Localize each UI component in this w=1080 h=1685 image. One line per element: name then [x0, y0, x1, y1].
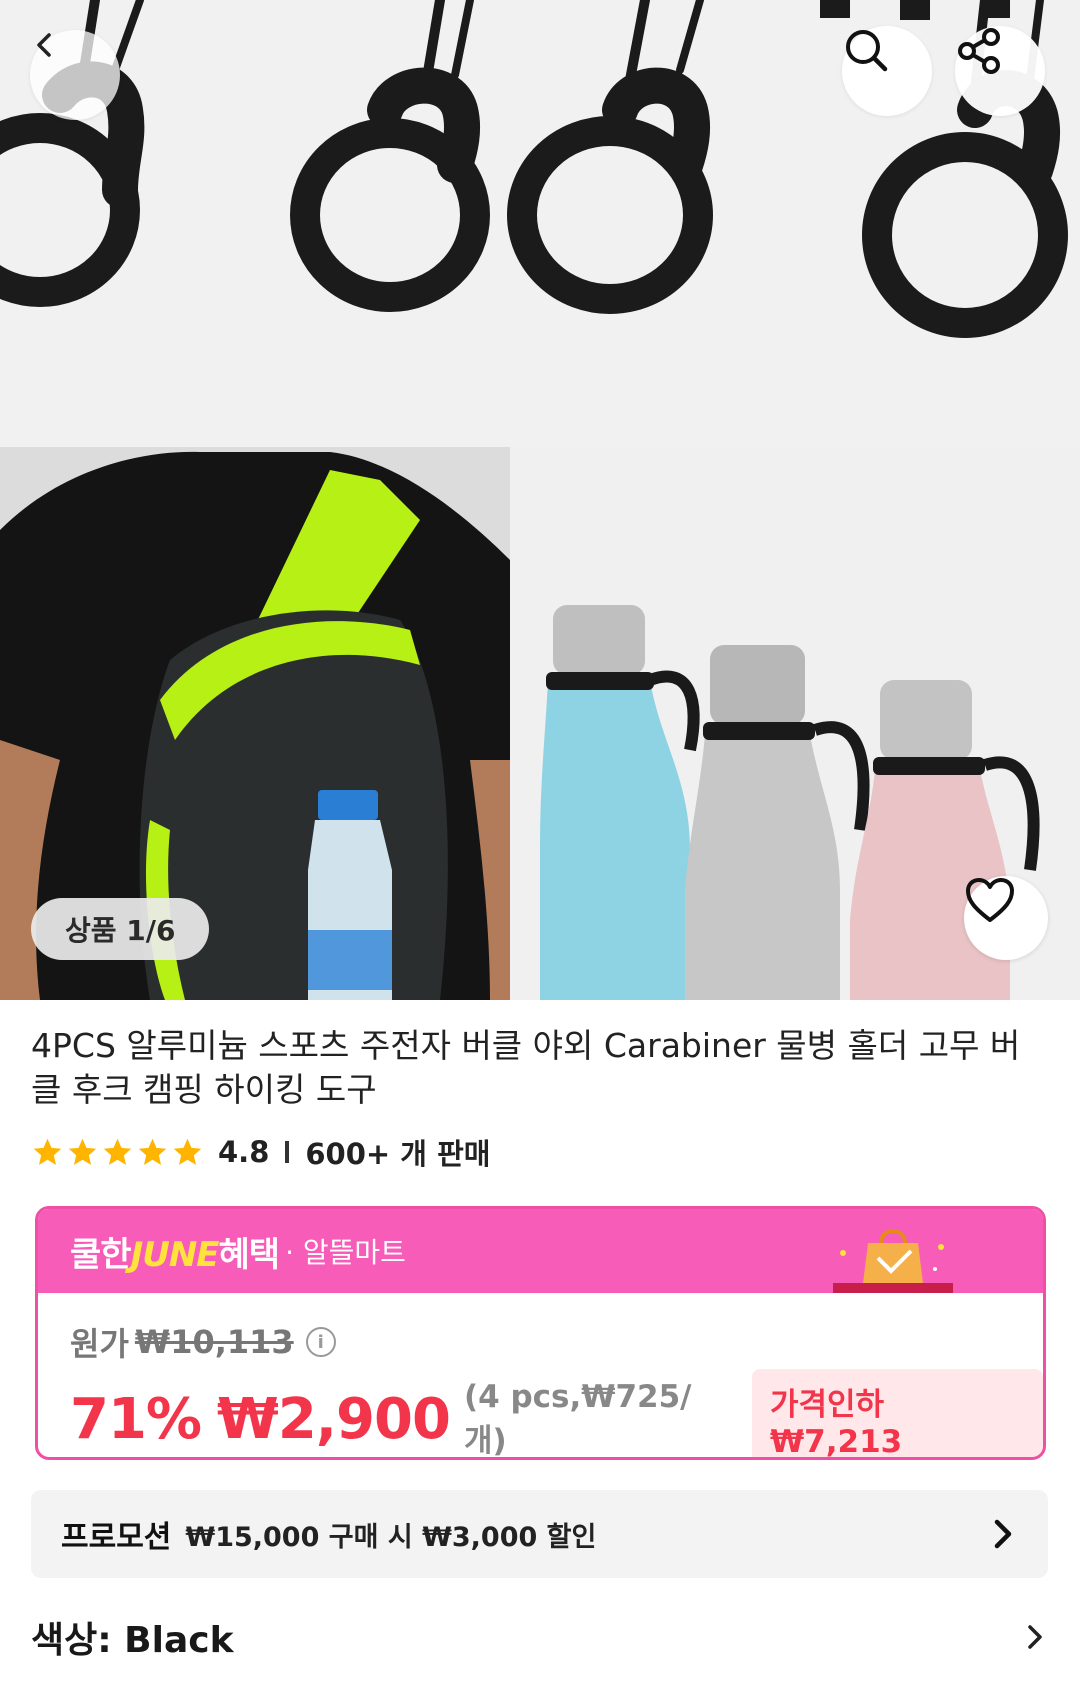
promotion-text: ₩15,000 구매 시 ₩3,000 할인: [185, 1521, 597, 1553]
search-button[interactable]: [842, 26, 932, 116]
color-option-label: 색상: Black: [31, 1620, 234, 1661]
rating-row[interactable]: 4.8 600+ 개 판매: [31, 1132, 490, 1172]
star-icon: [33, 1138, 62, 1165]
star-icon: [68, 1138, 97, 1165]
product-image-gallery[interactable]: 상품 1/6: [0, 0, 1080, 1000]
unit-price: (4 pcs,₩725/개): [463, 1379, 692, 1459]
shopping-bag-icon: [833, 1229, 953, 1293]
discount-rate: 71%: [70, 1387, 202, 1452]
star-icon: [173, 1138, 202, 1165]
promotion-bar[interactable]: 프로모션 ₩15,000 구매 시 ₩3,000 할인: [31, 1490, 1048, 1578]
star-icon: [138, 1138, 167, 1165]
info-icon[interactable]: i: [305, 1327, 336, 1357]
search-icon: [846, 30, 888, 72]
promo-subtitle: · 알뜰마트: [285, 1236, 406, 1269]
price-drop-badge: 가격인하 ₩7,213: [751, 1369, 1043, 1457]
original-price: ₩10,113: [134, 1323, 294, 1361]
star-icon: [103, 1138, 132, 1165]
rating-value: 4.8: [218, 1135, 270, 1169]
divider: [285, 1141, 290, 1163]
price-box: 쿨한JUNE혜택 · 알뜰마트 원가 ₩10,113 i 71% ₩2,900 …: [35, 1206, 1046, 1460]
color-option-row[interactable]: 색상: Black: [31, 1612, 1048, 1662]
star-rating: [31, 1136, 204, 1169]
sale-price-row: 71% ₩2,900 (4 pcs,₩725/개) 가격인하 ₩7,213: [70, 1369, 1043, 1459]
product-photo: [0, 0, 1080, 1000]
wishlist-button[interactable]: [964, 876, 1048, 960]
sale-price: ₩2,900: [217, 1387, 451, 1452]
promo-brand: 쿨한JUNE혜택: [70, 1234, 280, 1275]
chevron-right-icon: [994, 1519, 1012, 1549]
share-button[interactable]: [955, 26, 1045, 116]
image-counter: 상품 1/6: [31, 898, 210, 960]
back-button[interactable]: [30, 30, 120, 120]
promo-banner[interactable]: 쿨한JUNE혜택 · 알뜰마트: [38, 1209, 1043, 1293]
product-title: 4PCS 알루미늄 스포츠 주전자 버클 야외 Carabiner 물병 홀더 …: [31, 1026, 1021, 1109]
share-icon: [958, 28, 1000, 74]
heart-icon: [966, 878, 1014, 922]
original-price-row: 원가 ₩10,113 i: [70, 1319, 336, 1365]
original-label: 원가: [70, 1325, 129, 1363]
chevron-right-icon: [1028, 1625, 1042, 1649]
chevron-left-icon: [37, 33, 51, 57]
promotion-label: 프로모션: [61, 1520, 172, 1555]
sold-count: 600+ 개 판매: [305, 1137, 491, 1171]
